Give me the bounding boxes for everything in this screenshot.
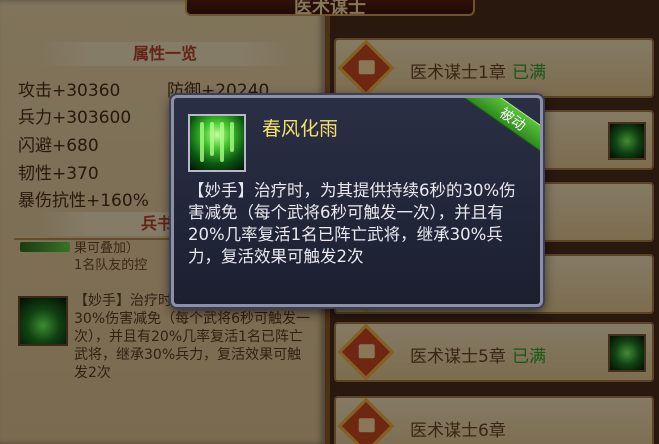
spring-rain-skill-icon [188,114,246,172]
passive-badge: 被动 [461,98,540,160]
skill-title: 春风化雨 [262,118,339,140]
skill-tooltip: 春风化雨 【妙手】治疗时，为其提供持续6秒的30%伤害减免（每个武将6秒可触发一… [171,95,543,307]
game-screen: 属性一览 攻击+30360 防御+20240 兵力+303600 闪避+680 … [0,0,659,444]
skill-description: 【妙手】治疗时，为其提供持续6秒的30%伤害减免（每个武将6秒可触发一次），并且… [188,181,516,266]
